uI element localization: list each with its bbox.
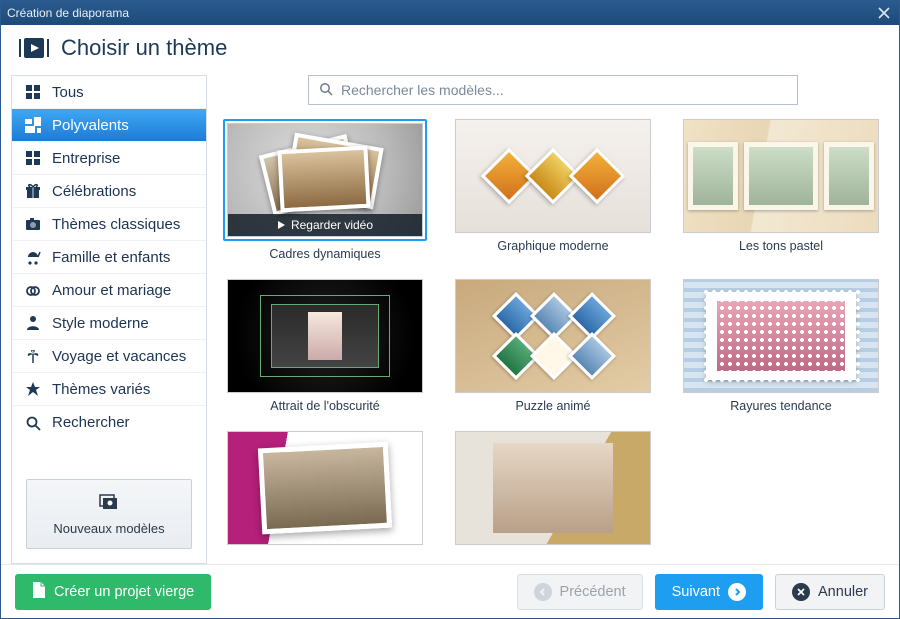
- slideshow-logo-icon: [19, 36, 49, 60]
- sidebar-item-3[interactable]: Célébrations: [12, 175, 206, 208]
- sidebar-item-label: Célébrations: [52, 183, 136, 200]
- palm-icon: [24, 348, 42, 364]
- template-label: Graphique moderne: [497, 239, 608, 253]
- close-button[interactable]: [875, 4, 893, 22]
- template-item-2[interactable]: Les tons pastel: [677, 119, 885, 261]
- sidebar-item-2[interactable]: Entreprise: [12, 142, 206, 175]
- template-item-0[interactable]: Regarder vidéo Cadres dynamiques: [221, 119, 429, 261]
- cancel-label: Annuler: [818, 584, 868, 600]
- rings-icon: [24, 282, 42, 298]
- sidebar-item-label: Amour et mariage: [52, 282, 171, 299]
- search-icon: [24, 415, 42, 431]
- sidebar-item-label: Thèmes classiques: [52, 216, 180, 233]
- sidebar-item-0[interactable]: Tous: [12, 76, 206, 109]
- person-icon: [24, 315, 42, 331]
- template-item-4[interactable]: Puzzle animé: [449, 279, 657, 413]
- template-label: Attrait de l'obscurité: [270, 399, 379, 413]
- search-box[interactable]: [308, 75, 798, 105]
- sidebar-item-6[interactable]: Amour et mariage: [12, 274, 206, 307]
- template-item-1[interactable]: Graphique moderne: [449, 119, 657, 261]
- sidebar-item-1[interactable]: Polyvalents: [12, 109, 206, 142]
- sidebar-item-label: Rechercher: [52, 414, 130, 431]
- sidebar-item-label: Famille et enfants: [52, 249, 170, 266]
- create-blank-label: Créer un projet vierge: [54, 584, 194, 600]
- footer: Créer un projet vierge Précédent Suivant…: [1, 564, 899, 618]
- next-button[interactable]: Suivant: [655, 574, 763, 610]
- window-title: Création de diaporama: [7, 6, 129, 20]
- new-models-button[interactable]: Nouveaux modèles: [26, 479, 192, 549]
- category-sidebar: Tous Polyvalents Entreprise Célébrations Thè…: [11, 75, 207, 564]
- create-blank-button[interactable]: Créer un projet vierge: [15, 574, 211, 610]
- star-icon: [24, 381, 42, 397]
- sidebar-item-label: Thèmes variés: [52, 381, 150, 398]
- sidebar-item-7[interactable]: Style moderne: [12, 307, 206, 340]
- sidebar-item-label: Entreprise: [52, 150, 120, 167]
- sidebar-item-10[interactable]: Rechercher: [12, 406, 206, 439]
- file-icon: [32, 581, 46, 603]
- template-label: Puzzle animé: [515, 399, 590, 413]
- sidebar-item-label: Voyage et vacances: [52, 348, 186, 365]
- sidebar-item-4[interactable]: Thèmes classiques: [12, 208, 206, 241]
- search-input[interactable]: [341, 82, 787, 98]
- stroller-icon: [24, 249, 42, 265]
- gift-icon: [24, 183, 42, 199]
- tiles-icon: [24, 117, 42, 133]
- template-label: Rayures tendance: [730, 399, 831, 413]
- close-icon: [878, 7, 890, 19]
- cancel-button[interactable]: Annuler: [775, 574, 885, 610]
- template-label: Les tons pastel: [739, 239, 823, 253]
- prev-button: Précédent: [517, 574, 643, 610]
- stack-icon: [97, 492, 121, 515]
- template-item-5[interactable]: Rayures tendance: [677, 279, 885, 413]
- sidebar-item-label: Style moderne: [52, 315, 149, 332]
- sidebar-item-9[interactable]: Thèmes variés: [12, 373, 206, 406]
- template-gallery[interactable]: Regarder vidéo Cadres dynamiques Graphique…: [217, 115, 889, 564]
- sidebar-item-label: Tous: [52, 84, 84, 101]
- titlebar: Création de diaporama: [1, 1, 899, 25]
- sidebar-item-label: Polyvalents: [52, 117, 129, 134]
- sidebar-item-5[interactable]: Famille et enfants: [12, 241, 206, 274]
- sidebar-item-8[interactable]: Voyage et vacances: [12, 340, 206, 373]
- grid-icon: [24, 150, 42, 166]
- template-item-6[interactable]: [221, 431, 429, 551]
- template-item-7[interactable]: [449, 431, 657, 551]
- watch-video-label: Regarder vidéo: [291, 218, 373, 232]
- prev-label: Précédent: [560, 584, 626, 600]
- template-label: Cadres dynamiques: [269, 247, 380, 261]
- header: Choisir un thème: [1, 25, 899, 69]
- camera-icon: [24, 216, 42, 232]
- new-models-label: Nouveaux modèles: [53, 521, 164, 536]
- page-title: Choisir un thème: [61, 35, 227, 61]
- arrow-right-icon: [728, 583, 746, 601]
- next-label: Suivant: [672, 584, 720, 600]
- grid-icon: [24, 84, 42, 100]
- arrow-left-icon: [534, 583, 552, 601]
- template-item-3[interactable]: Attrait de l'obscurité: [221, 279, 429, 413]
- search-icon: [319, 82, 333, 99]
- close-icon: [792, 583, 810, 601]
